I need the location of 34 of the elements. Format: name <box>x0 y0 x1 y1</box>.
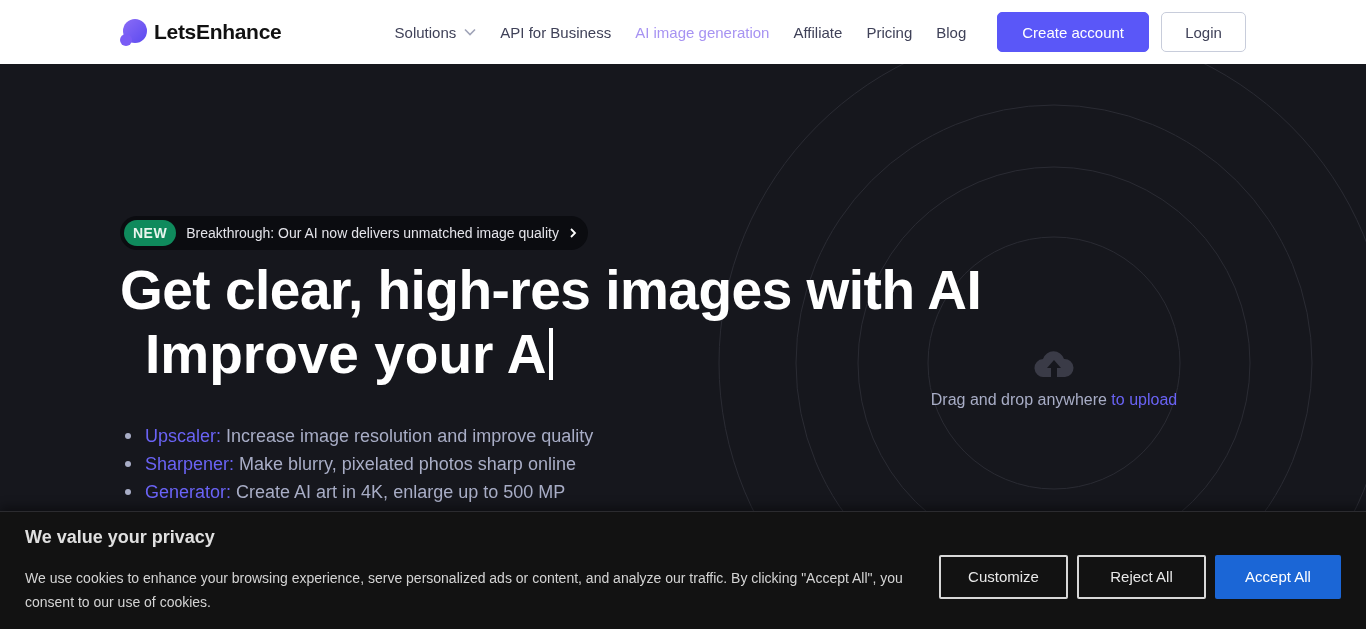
customize-button[interactable]: Customize <box>939 554 1068 599</box>
cookie-text: We use cookies to enhance your browsing experience, serve personalized ads or content, and analyze our traffic. By clicking "Accept All", you consent to our use of cookies. <box>25 569 904 612</box>
nav-link[interactable]: Affiliate <box>793 23 843 41</box>
chevron-right-icon <box>568 227 577 239</box>
feature-link[interactable]: Generator: <box>145 478 232 506</box>
feature-description: Increase image resolution and improve quality <box>226 425 594 448</box>
bullet-icon <box>125 489 131 495</box>
caret-icon <box>464 28 477 36</box>
feature-link[interactable]: Upscaler: <box>145 422 222 450</box>
nav-link[interactable]: Pricing <box>866 23 913 41</box>
text-cursor-icon <box>549 328 554 380</box>
nav-link[interactable]: Solutions <box>394 23 477 41</box>
logo-icon <box>120 18 147 46</box>
announcement-link[interactable]: NEW Breakthrough: Our AI now delivers unmatched image quality <box>120 216 588 250</box>
bullet-icon <box>125 461 131 467</box>
cloud-upload-icon <box>1034 351 1074 377</box>
typed-headline: Improve your A <box>145 322 547 386</box>
new-badge: NEW <box>124 220 177 246</box>
feature-description: Make blurry, pixelated photos sharp online <box>239 453 576 476</box>
upload-hint: Drag and drop anywhere to upload <box>930 391 1178 409</box>
reject-all-button[interactable]: Reject All <box>1077 554 1206 599</box>
bullet-icon <box>125 433 131 439</box>
feature-description: Create AI art in 4K, enlarge up to 500 MP <box>236 481 566 504</box>
feature-link[interactable]: Sharpener: <box>145 450 235 478</box>
logo-text[interactable]: LetsEnhance <box>154 20 282 44</box>
headline: Get clear, high-res images with AI <box>120 258 983 322</box>
nav-link[interactable]: API for Business <box>500 23 612 41</box>
cookie-title: We value your privacy <box>25 527 216 548</box>
nav-link[interactable]: Blog <box>936 23 967 41</box>
accept-all-button[interactable]: Accept All <box>1215 554 1341 599</box>
create-account-button[interactable]: Create account <box>997 12 1149 52</box>
login-button[interactable]: Login <box>1161 12 1246 52</box>
announcement-text: Breakthrough: Our AI now delivers unmatched image quality <box>186 225 559 241</box>
upload-link[interactable]: to upload <box>1111 391 1178 408</box>
